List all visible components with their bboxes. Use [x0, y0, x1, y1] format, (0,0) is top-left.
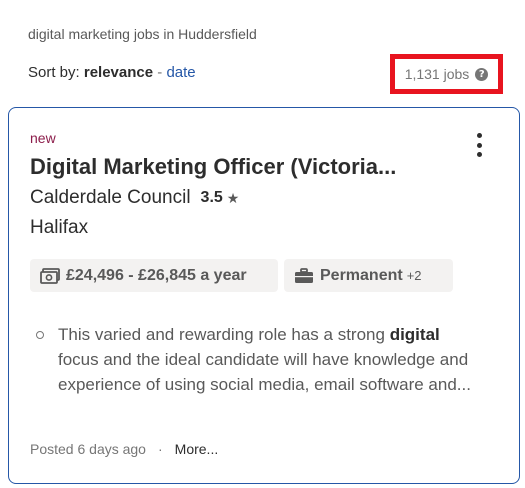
job-type-extra-count: +2 — [406, 268, 422, 283]
snippet-text: This varied and rewarding role has a str… — [58, 325, 471, 394]
sort-bar: Sort by: relevance - date — [28, 64, 196, 81]
job-type-text: Permanent — [320, 266, 403, 284]
help-icon[interactable]: ? — [475, 67, 489, 81]
sort-separator: - — [157, 64, 163, 81]
bullet-icon — [36, 331, 44, 339]
job-location: Halifax — [30, 217, 89, 238]
posted-date: Posted 6 days ago — [30, 441, 146, 457]
sort-relevance-active: relevance — [83, 64, 154, 81]
sort-by-date-link[interactable]: date — [166, 64, 195, 81]
job-count: 1,131 jobs — [404, 66, 470, 82]
star-icon: ★ — [226, 189, 240, 206]
search-query-text: digital marketing jobs in Huddersfield — [28, 26, 257, 42]
job-card-footer: Posted 6 days ago · More... — [30, 441, 218, 457]
job-type-chip: Permanent +2 — [284, 259, 453, 292]
salary-chip: £24,496 - £26,845 a year — [30, 259, 278, 292]
job-card[interactable]: new Digital Marketing Officer (Victoria.… — [8, 107, 520, 484]
briefcase-icon — [295, 267, 313, 283]
job-snippet: This varied and rewarding role has a str… — [30, 322, 480, 397]
more-link[interactable]: More... — [175, 441, 219, 457]
more-options-icon[interactable] — [471, 133, 487, 157]
footer-separator: · — [157, 441, 163, 457]
company-row: Calderdale Council 3.5 ★ — [30, 187, 239, 209]
job-title-link[interactable]: Digital Marketing Officer (Victoria... — [30, 154, 450, 180]
job-count-highlight: 1,131 jobs ? — [390, 54, 503, 94]
new-badge: new — [30, 130, 56, 146]
salary-text: £24,496 - £26,845 a year — [66, 266, 247, 284]
sort-label: Sort by: — [28, 64, 80, 81]
company-rating: 3.5 — [200, 189, 223, 206]
money-icon — [40, 267, 60, 284]
snippet-highlight: digital — [389, 325, 440, 344]
company-name: Calderdale Council — [30, 187, 191, 208]
